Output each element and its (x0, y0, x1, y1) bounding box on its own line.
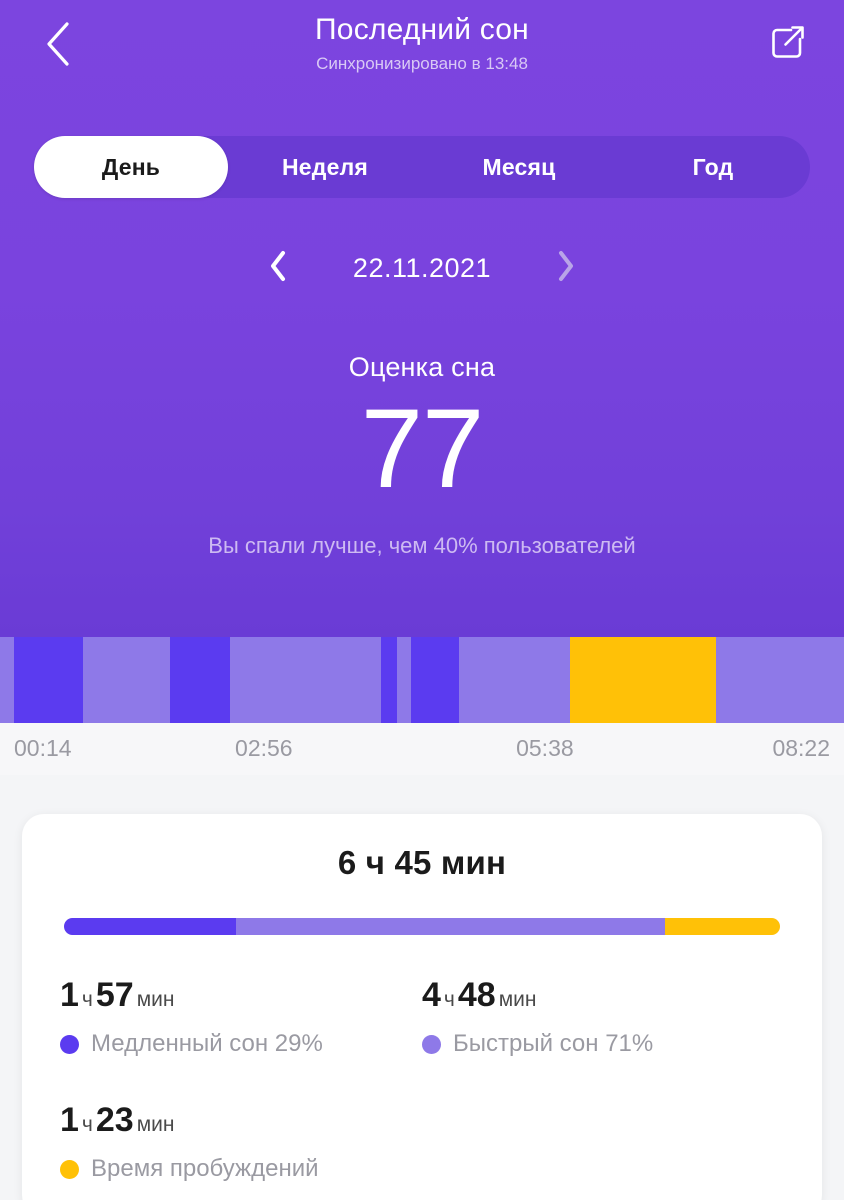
axis-tick-label: 02:56 (235, 735, 293, 762)
stat-light-sleep: 4ч48мин Быстрый сон 71% (422, 975, 784, 1058)
axis-tick-label: 05:38 (516, 735, 574, 762)
axis-tick-label: 08:22 (772, 735, 830, 762)
axis-tick-label: 00:14 (14, 735, 72, 762)
chevron-left-icon (268, 250, 288, 287)
stat-deep-sleep-hours-unit: ч (79, 988, 96, 1011)
stat-deep-sleep-hours: 1 (60, 976, 79, 1014)
period-tabs[interactable]: День Неделя Месяц Год (34, 136, 810, 198)
hypnogram-time-axis: 00:14 02:56 05:38 08:22 (0, 723, 844, 775)
stat-deep-sleep-value: 1ч57мин (60, 975, 412, 1020)
progress-segment (236, 918, 666, 935)
chevron-right-icon (556, 250, 576, 287)
hypnogram-segment (570, 637, 715, 723)
current-date: 22.11.2021 (327, 253, 517, 284)
deep-sleep-color-dot (60, 1035, 79, 1054)
stat-awake-minutes-unit: мин (134, 1113, 178, 1136)
stat-light-sleep-minutes: 48 (458, 976, 496, 1014)
hypnogram-segment (170, 637, 230, 723)
previous-day-button[interactable] (257, 247, 299, 289)
hypnogram-segment (0, 637, 14, 723)
hypnogram-segment (381, 637, 398, 723)
tab-month-label: Месяц (483, 154, 556, 181)
share-button[interactable] (756, 12, 820, 76)
score-caption: Оценка сна (0, 352, 844, 383)
sleep-stage-progress-bar (64, 918, 780, 935)
stat-deep-sleep-label: Медленный сон 29% (91, 1030, 323, 1058)
stat-deep-sleep-minutes: 57 (96, 976, 134, 1014)
sync-status: Синхронизировано в 13:48 (0, 53, 844, 74)
tab-year[interactable]: Год (616, 136, 810, 198)
date-navigator: 22.11.2021 (0, 246, 844, 290)
chevron-left-icon (43, 20, 73, 68)
stat-light-sleep-label: Быстрый сон 71% (453, 1030, 653, 1058)
stat-light-sleep-hours: 4 (422, 976, 441, 1014)
tab-month[interactable]: Месяц (422, 136, 616, 198)
hypnogram-segment (83, 637, 171, 723)
score-value: 77 (0, 393, 844, 505)
hypnogram-segment (230, 637, 380, 723)
sleep-stage-stats: 1ч57мин Медленный сон 29% 4ч48мин Быстры… (60, 975, 784, 1183)
stat-light-sleep-minutes-unit: мин (496, 988, 540, 1011)
hypnogram-segment (411, 637, 459, 723)
sleep-score-block: Оценка сна 77 Вы спали лучше, чем 40% по… (0, 352, 844, 559)
tab-week-label: Неделя (282, 154, 368, 181)
stat-deep-sleep: 1ч57мин Медленный сон 29% (60, 975, 422, 1058)
light-sleep-color-dot (422, 1035, 441, 1054)
app-header: Последний сон Синхронизировано в 13:48 (0, 0, 844, 92)
sleep-detail-screen: Последний сон Синхронизировано в 13:48 Д… (0, 0, 844, 1200)
stat-awake-value: 1ч23мин (60, 1100, 412, 1145)
tab-week[interactable]: Неделя (228, 136, 422, 198)
stat-awake-label: Время пробуждений (91, 1155, 319, 1183)
tab-year-label: Год (693, 154, 734, 181)
progress-segment (64, 918, 236, 935)
stat-awake: 1ч23мин Время пробуждений (60, 1100, 422, 1183)
back-button[interactable] (26, 12, 90, 76)
sleep-hypnogram-chart[interactable] (0, 637, 844, 723)
hypnogram-segment (14, 637, 83, 723)
stat-light-sleep-value: 4ч48мин (422, 975, 774, 1020)
progress-segment (665, 918, 780, 935)
hypnogram-segment (459, 637, 570, 723)
stat-awake-minutes: 23 (96, 1101, 134, 1139)
next-day-button[interactable] (545, 247, 587, 289)
hypnogram-segment (716, 637, 844, 723)
tab-day[interactable]: День (34, 136, 228, 198)
stat-light-sleep-legend: Быстрый сон 71% (422, 1030, 774, 1058)
hero-section: Последний сон Синхронизировано в 13:48 Д… (0, 0, 844, 637)
stat-light-sleep-hours-unit: ч (441, 988, 458, 1011)
awake-color-dot (60, 1160, 79, 1179)
page-title: Последний сон (0, 12, 844, 48)
sleep-summary-card: 6 ч 45 мин 1ч57мин Медленный сон 29% 4ч4… (22, 814, 822, 1200)
share-external-icon (769, 23, 807, 66)
stat-awake-hours-unit: ч (79, 1113, 96, 1136)
stat-awake-legend: Время пробуждений (60, 1155, 412, 1183)
header-title-group: Последний сон Синхронизировано в 13:48 (0, 12, 844, 74)
stat-deep-sleep-legend: Медленный сон 29% (60, 1030, 412, 1058)
total-sleep-duration: 6 ч 45 мин (60, 844, 784, 882)
stat-deep-sleep-minutes-unit: мин (134, 988, 178, 1011)
score-comparison-note: Вы спали лучше, чем 40% пользователей (0, 533, 844, 559)
hypnogram-segment (397, 637, 411, 723)
stat-awake-hours: 1 (60, 1101, 79, 1139)
tab-day-label: День (102, 154, 160, 181)
